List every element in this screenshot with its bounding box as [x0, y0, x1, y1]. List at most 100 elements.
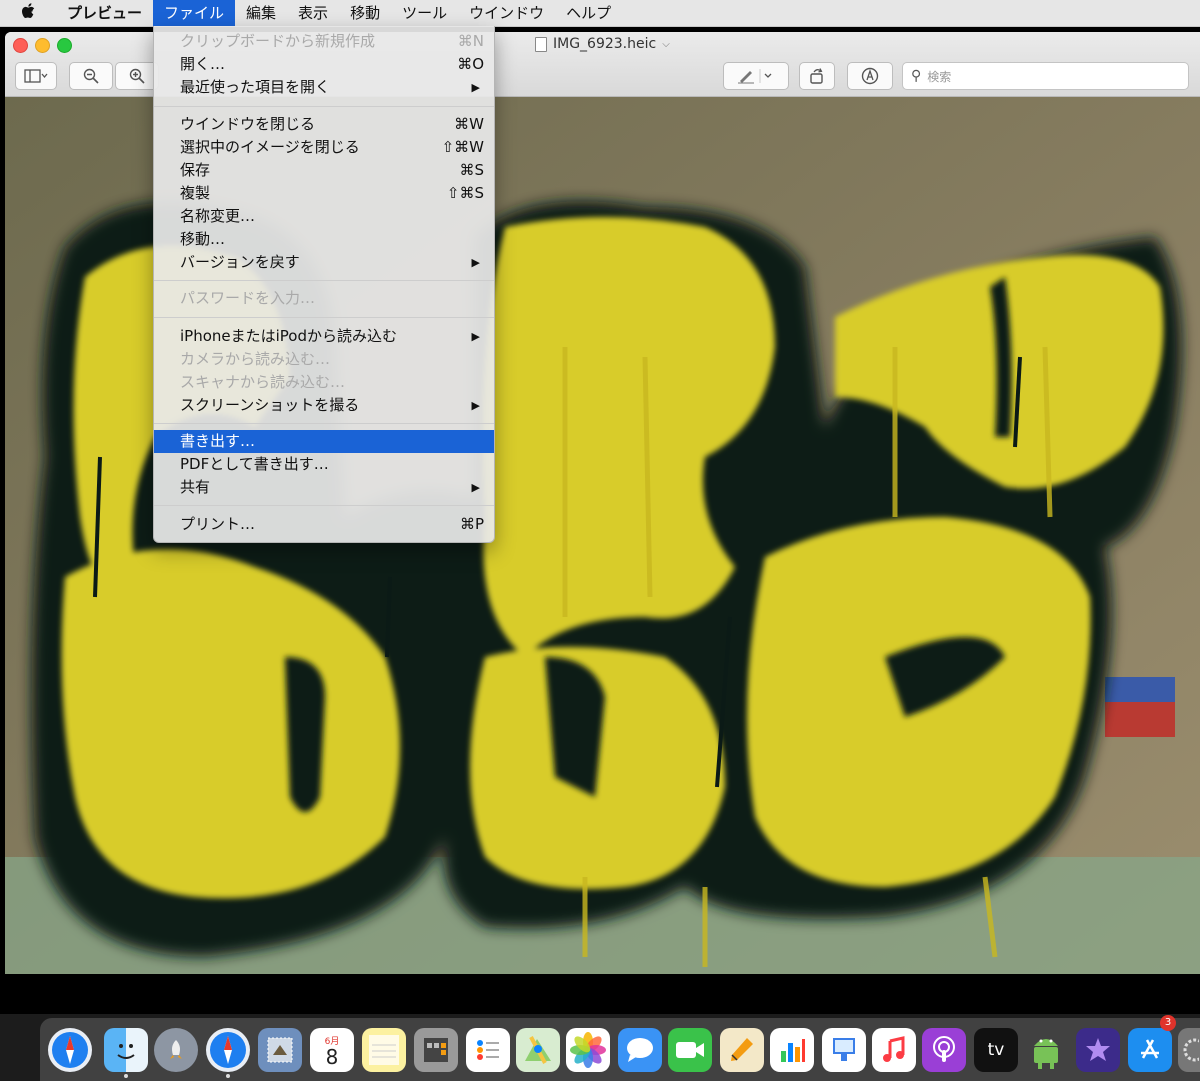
menu-item-shortcut: ⌘O — [457, 55, 484, 73]
zoom-in-icon — [129, 68, 145, 84]
maps-icon[interactable] — [516, 1028, 560, 1072]
menu-item-move[interactable]: 移動… — [154, 228, 494, 251]
podcasts-icon[interactable] — [922, 1028, 966, 1072]
menu-edit[interactable]: 編集 — [235, 0, 287, 26]
submenu-arrow-icon: ▶ — [471, 330, 480, 343]
menu-window[interactable]: ウインドウ — [458, 0, 555, 26]
markup-icon — [861, 67, 879, 85]
menu-item-open[interactable]: 開く… ⌘O — [154, 53, 494, 76]
menu-item-label: PDFとして書き出す… — [180, 455, 329, 473]
document-title-text: IMG_6923.heic — [553, 36, 657, 52]
imovie-icon[interactable] — [1076, 1028, 1120, 1072]
menu-separator — [154, 106, 494, 107]
menu-item-import-from-iphone[interactable]: iPhoneまたはiPodから読み込む ▶ — [154, 325, 494, 348]
menu-item-revert-to[interactable]: バージョンを戻す ▶ — [154, 251, 494, 274]
submenu-arrow-icon: ▶ — [471, 399, 480, 412]
menu-go[interactable]: 移動 — [339, 0, 391, 26]
notes-icon[interactable] — [362, 1028, 406, 1072]
submenu-arrow-icon: ▶ — [471, 481, 480, 494]
music-icon[interactable] — [872, 1028, 916, 1072]
menu-view[interactable]: 表示 — [287, 0, 339, 26]
rotate-button[interactable] — [799, 62, 835, 90]
menu-item-label: プリント… — [180, 515, 256, 533]
menu-item-enter-password[interactable]: パスワードを入力… — [154, 287, 494, 310]
menu-help[interactable]: ヘルプ — [555, 0, 622, 26]
app-store-icon[interactable] — [1128, 1028, 1172, 1072]
dock: 6月 8 tv 3 — [0, 1014, 1200, 1081]
markup-toolbar-button[interactable] — [847, 62, 893, 90]
menu-separator — [154, 505, 494, 506]
mail-stamp-icon[interactable] — [258, 1028, 302, 1072]
search-field[interactable]: ⚲ 検索 — [902, 62, 1189, 90]
menu-item-label: ウインドウを閉じる — [180, 115, 316, 133]
keynote-icon[interactable] — [822, 1028, 866, 1072]
menu-item-close-selected-image[interactable]: 選択中のイメージを閉じる ⇧⌘W — [154, 136, 494, 159]
menu-item-rename[interactable]: 名称変更… — [154, 205, 494, 228]
menu-bar: プレビュー ファイル 編集 表示 移動 ツール ウインドウ ヘルプ — [0, 0, 1200, 27]
menu-item-shortcut: ⇧⌘W — [441, 138, 484, 156]
calculator-icon[interactable] — [414, 1028, 458, 1072]
apple-tv-label: tv — [987, 1040, 1005, 1060]
android-icon[interactable] — [1024, 1028, 1068, 1072]
safari-icon-2[interactable] — [206, 1028, 250, 1072]
messages-icon[interactable] — [618, 1028, 662, 1072]
zoom-out-icon — [83, 68, 99, 84]
menu-item-new-from-clipboard[interactable]: クリップボードから新規作成 ⌘N — [154, 30, 494, 53]
zoom-window-button[interactable] — [57, 38, 72, 53]
menu-item-close-window[interactable]: ウインドウを閉じる ⌘W — [154, 113, 494, 136]
sidebar-toggle-button[interactable] — [15, 62, 57, 90]
finder-icon[interactable] — [104, 1028, 148, 1072]
menu-separator — [154, 423, 494, 424]
photos-icon[interactable] — [566, 1028, 610, 1072]
menu-tools[interactable]: ツール — [391, 0, 458, 26]
menu-item-label: 選択中のイメージを閉じる — [180, 138, 360, 156]
reminders-icon[interactable] — [466, 1028, 510, 1072]
menu-item-label: 開く… — [180, 55, 226, 73]
menu-item-export[interactable]: 書き出す… — [154, 430, 494, 453]
pen-icon — [738, 69, 772, 84]
pages-icon[interactable] — [720, 1028, 764, 1072]
menu-separator — [154, 280, 494, 281]
markup-pen-button[interactable] — [723, 62, 789, 90]
menu-item-label: バージョンを戻す — [180, 253, 300, 271]
menu-item-label: クリップボードから新規作成 — [180, 32, 376, 50]
zoom-out-button[interactable] — [69, 62, 113, 90]
menu-separator — [154, 317, 494, 318]
safari-icon[interactable] — [48, 1028, 92, 1072]
menu-item-save[interactable]: 保存 ⌘S — [154, 159, 494, 182]
launchpad-icon[interactable] — [154, 1028, 198, 1072]
system-preferences-icon[interactable] — [1178, 1028, 1200, 1072]
menu-item-label: 保存 — [180, 161, 211, 179]
menu-item-import-from-camera[interactable]: カメラから読み込む… — [154, 348, 494, 371]
file-menu-dropdown: クリップボードから新規作成 ⌘N 開く… ⌘O 最近使った項目を開く ▶ ウイン… — [153, 26, 495, 543]
menu-item-label: スキャナから読み込む… — [180, 373, 346, 391]
menu-preview[interactable]: プレビュー — [56, 0, 153, 26]
chevron-down-icon: ⌵ — [662, 38, 670, 50]
menu-file[interactable]: ファイル — [153, 0, 236, 26]
menu-item-export-as-pdf[interactable]: PDFとして書き出す… — [154, 453, 494, 476]
menu-item-share[interactable]: 共有 ▶ — [154, 476, 494, 499]
menu-item-open-recent[interactable]: 最近使った項目を開く ▶ — [154, 76, 494, 99]
minimize-window-button[interactable] — [35, 38, 50, 53]
menu-item-shortcut: ⌘W — [454, 115, 484, 133]
menu-item-take-screenshot[interactable]: スクリーンショットを撮る ▶ — [154, 394, 494, 417]
menu-item-label: 最近使った項目を開く — [180, 78, 331, 96]
document-title[interactable]: IMG_6923.heic ⌵ — [535, 36, 670, 52]
submenu-arrow-icon: ▶ — [471, 81, 480, 94]
menu-item-import-from-scanner[interactable]: スキャナから読み込む… — [154, 371, 494, 394]
calendar-icon[interactable]: 6月 8 — [310, 1028, 354, 1072]
menu-item-label: スクリーンショットを撮る — [180, 396, 360, 414]
menu-item-duplicate[interactable]: 複製 ⇧⌘S — [154, 182, 494, 205]
facetime-icon[interactable] — [668, 1028, 712, 1072]
menu-item-print[interactable]: プリント… ⌘P — [154, 513, 494, 536]
app-store-badge: 3 — [1160, 1015, 1176, 1031]
search-placeholder: 検索 — [927, 69, 952, 84]
apple-menu-icon[interactable] — [0, 2, 56, 24]
submenu-arrow-icon: ▶ — [471, 256, 480, 269]
calendar-day: 8 — [325, 1044, 339, 1069]
menu-item-shortcut: ⇧⌘S — [446, 184, 484, 202]
close-window-button[interactable] — [13, 38, 28, 53]
running-indicator — [124, 1074, 128, 1078]
apple-tv-icon[interactable]: tv — [974, 1028, 1018, 1072]
numbers-icon[interactable] — [770, 1028, 814, 1072]
